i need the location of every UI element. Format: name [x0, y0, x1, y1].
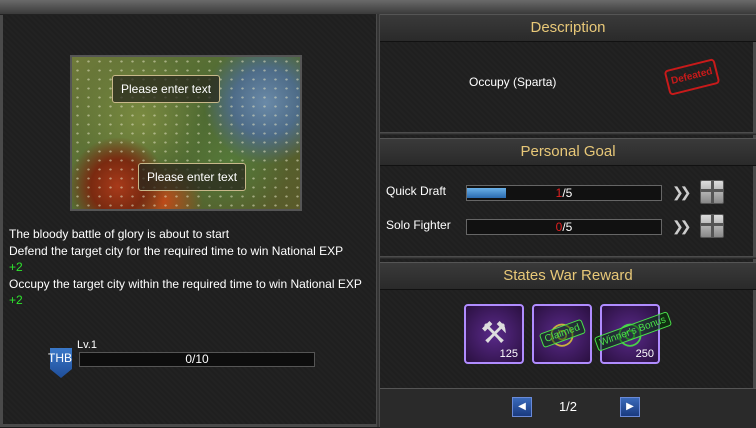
- nation-level: Lv.1: [77, 339, 97, 351]
- personal-goal-heading: Personal Goal: [380, 138, 756, 166]
- map-tooltip-top: Please enter text: [112, 75, 221, 103]
- reward-slot-3[interactable]: ◎ Winner's Bonus 250: [593, 304, 672, 364]
- next-page-button[interactable]: ▶: [620, 397, 640, 417]
- target-city: Occupy (Sparta): [469, 75, 557, 89]
- occupy-exp-value: +2: [9, 293, 23, 307]
- reward-slot-2[interactable]: ◎ Claimed: [532, 304, 592, 364]
- occupy-line: Occupy the target city within the requir…: [9, 276, 362, 291]
- panel-divider: [376, 14, 380, 427]
- map-tooltip-bottom: Please enter text: [138, 163, 247, 191]
- defend-line: Defend the target city for the required …: [9, 243, 344, 258]
- goal-label-quick-draft: Quick Draft: [386, 184, 447, 198]
- reward-count-1: 125: [499, 348, 518, 360]
- section-separator: [380, 256, 756, 259]
- states-war-reward-heading: States War Reward: [380, 262, 756, 290]
- goal-fill-quick-draft: [467, 188, 506, 198]
- national-exp-text: 0/10: [185, 352, 209, 366]
- battle-description: The bloody battle of glory is about to s…: [9, 226, 362, 309]
- description-heading: Description: [380, 14, 756, 42]
- pagination-bar: ◀ 1/2 ▶: [380, 388, 756, 428]
- goal-bar-solo-fighter: 0/5: [466, 219, 662, 235]
- goal-label-solo-fighter: Solo Fighter: [386, 218, 451, 232]
- goal-bar-quick-draft: 1/5: [466, 185, 662, 201]
- section-separator: [380, 132, 756, 135]
- national-exp-bar: 0/10: [79, 352, 315, 367]
- gift-box-icon[interactable]: [700, 180, 724, 204]
- goal-total-quick-draft: /5: [562, 186, 573, 200]
- gift-box-icon[interactable]: [700, 214, 724, 238]
- nation-badge-label: THB: [48, 351, 72, 365]
- reward-slot-1[interactable]: ⚒ 125: [464, 304, 524, 364]
- defend-exp-value: +2: [9, 260, 23, 274]
- war-map: Please enter text Please enter text: [70, 55, 302, 211]
- goal-total-solo-fighter: /5: [562, 220, 573, 234]
- window-top-bar: [0, 0, 756, 15]
- reward-count-3: 250: [635, 348, 654, 360]
- page-indicator: 1/2: [558, 399, 578, 414]
- intro-line: The bloody battle of glory is about to s…: [9, 227, 230, 241]
- prev-page-button[interactable]: ◀: [512, 397, 532, 417]
- double-chevron-icon: ❯❯: [672, 184, 691, 200]
- double-chevron-icon: ❯❯: [672, 218, 691, 234]
